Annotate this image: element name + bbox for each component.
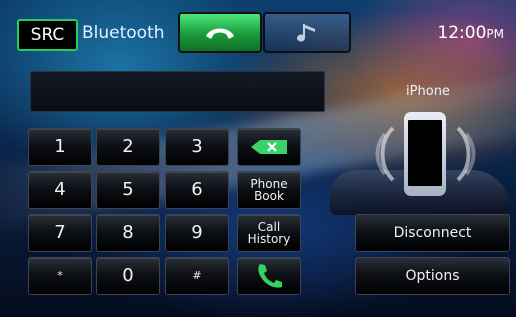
key-7[interactable]: 7 — [28, 214, 92, 252]
device-name: iPhone — [406, 84, 450, 99]
iphone-image — [404, 112, 446, 196]
call-history-label-line2: History — [247, 232, 291, 246]
key-5[interactable]: 5 — [96, 171, 160, 209]
number-display — [30, 71, 325, 112]
key-2[interactable]: 2 — [96, 128, 160, 166]
signal-waves-right-icon — [456, 126, 476, 182]
key-4[interactable]: 4 — [28, 171, 92, 209]
key-0[interactable]: 0 — [96, 257, 160, 295]
call-button[interactable] — [237, 257, 301, 295]
phone-book-label-line2: Book — [254, 189, 284, 203]
src-button[interactable]: SRC — [17, 19, 78, 51]
iphone-screen — [408, 120, 442, 186]
key-9[interactable]: 9 — [165, 214, 229, 252]
tab-music[interactable] — [263, 12, 351, 53]
call-handset-icon — [258, 264, 282, 288]
top-bar: SRC Bluetooth 12:00PM — [0, 0, 516, 54]
phone-book-button[interactable]: Phone Book — [237, 171, 301, 209]
key-1[interactable]: 1 — [28, 128, 92, 166]
clock-time: 12:00 — [437, 23, 487, 43]
backspace-button[interactable] — [237, 128, 301, 166]
options-button[interactable]: Options — [355, 257, 510, 295]
app-title: Bluetooth — [82, 23, 165, 43]
tab-phone[interactable] — [178, 12, 262, 53]
clock-ampm: PM — [486, 27, 504, 41]
music-note-icon — [297, 23, 315, 42]
call-history-button[interactable]: Call History — [237, 214, 301, 252]
handset-icon — [206, 28, 234, 39]
signal-waves-left-icon — [375, 126, 395, 182]
key-hash[interactable]: # — [165, 257, 229, 295]
bluetooth-phone-screen: SRC Bluetooth 12:00PM 1 2 3 4 5 6 Phone — [0, 0, 516, 317]
key-8[interactable]: 8 — [96, 214, 160, 252]
clock: 12:00PM — [437, 19, 504, 47]
key-3[interactable]: 3 — [165, 128, 229, 166]
disconnect-button[interactable]: Disconnect — [355, 214, 510, 252]
key-star[interactable]: * — [28, 257, 92, 295]
key-6[interactable]: 6 — [165, 171, 229, 209]
backspace-x-icon — [251, 140, 287, 154]
